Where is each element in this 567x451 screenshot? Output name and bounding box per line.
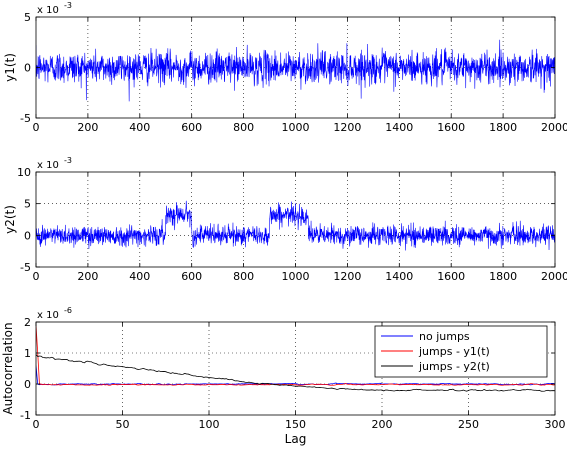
figure: 0 200 400 600 800 1000 1200 1400 1600 1800 2000-50… — [1, 1, 567, 446]
y-tick-label: 1 — [24, 347, 31, 360]
x-tick-label: 200 — [372, 418, 393, 431]
x-axis-label: Lag — [285, 432, 307, 446]
y-tick-label: -1 — [20, 409, 31, 422]
y-multiplier-label: x 10 — [37, 160, 59, 171]
x-tick-label: 0 — [33, 270, 40, 283]
x-tick-label: 250 — [458, 418, 479, 431]
x-tick-label: 1800 — [489, 270, 517, 283]
x-tick-label: 1800 — [489, 121, 517, 134]
x-tick-label: 1600 — [437, 270, 465, 283]
x-tick-label: 400 — [129, 121, 150, 134]
y-multiplier-label: x 10 — [37, 5, 59, 16]
x-tick-label: 1400 — [385, 121, 413, 134]
y-tick-label: 2 — [24, 316, 31, 329]
legend: no jumps jumps - y1(t) jumps - y2(t) — [374, 325, 548, 378]
x-tick-label: 800 — [233, 121, 254, 134]
x-tick-label: 1000 — [282, 270, 310, 283]
x-tick-label: 2000 — [541, 270, 567, 283]
x-tick-label: 0 — [33, 418, 40, 431]
x-tick-label: 1200 — [333, 270, 361, 283]
x-tick-label: 1600 — [437, 121, 465, 134]
x-tick-label: 600 — [181, 121, 202, 134]
y-tick-label: 0 — [24, 62, 31, 75]
x-tick-label: 800 — [233, 270, 254, 283]
y-tick-label: 0 — [24, 378, 31, 391]
subplot-1: 0 200 400 600 800 1000 1200 1400 1600 1800 2000-50… — [3, 1, 567, 134]
y-tick-label: 5 — [24, 198, 31, 211]
x-tick-label: 50 — [116, 418, 130, 431]
y-tick-label: 0 — [24, 229, 31, 242]
x-tick-label: 400 — [129, 270, 150, 283]
y-axis-label: y2(t) — [3, 205, 17, 234]
y-tick-label: 10 — [17, 166, 31, 179]
legend-label: no jumps — [419, 330, 470, 343]
subplot-3: no jumps jumps - y1(t) jumps - y2(t) 0 50 100… — [1, 306, 566, 446]
x-tick-label: 150 — [285, 418, 306, 431]
y-multiplier-label: x 10 — [37, 310, 59, 321]
x-tick-label: 1400 — [385, 270, 413, 283]
x-tick-label: 1000 — [282, 121, 310, 134]
x-tick-label: 2000 — [541, 121, 567, 134]
y-multiplier-exponent: -3 — [64, 156, 72, 165]
legend-label: jumps - y1(t) — [418, 345, 490, 358]
y-tick-label: -5 — [20, 112, 31, 125]
y-tick-label: 5 — [24, 11, 31, 24]
x-tick-label: 600 — [181, 270, 202, 283]
legend-label: jumps - y2(t) — [418, 360, 490, 373]
x-tick-label: 300 — [545, 418, 566, 431]
x-tick-label: 200 — [77, 270, 98, 283]
y-tick-label: -5 — [20, 261, 31, 274]
x-tick-label: 1200 — [333, 121, 361, 134]
x-tick-label: 100 — [199, 418, 220, 431]
x-tick-label: 200 — [77, 121, 98, 134]
y-multiplier-exponent: -3 — [64, 1, 72, 10]
y-multiplier-exponent: -6 — [64, 306, 72, 315]
x-tick-label: 0 — [33, 121, 40, 134]
subplot-2: 0 200 400 600 800 1000 1200 1400 1600 1800 2000-50… — [3, 156, 567, 283]
y-axis-label: Autocorrelation — [1, 322, 15, 414]
y-axis-label: y1(t) — [3, 53, 17, 82]
